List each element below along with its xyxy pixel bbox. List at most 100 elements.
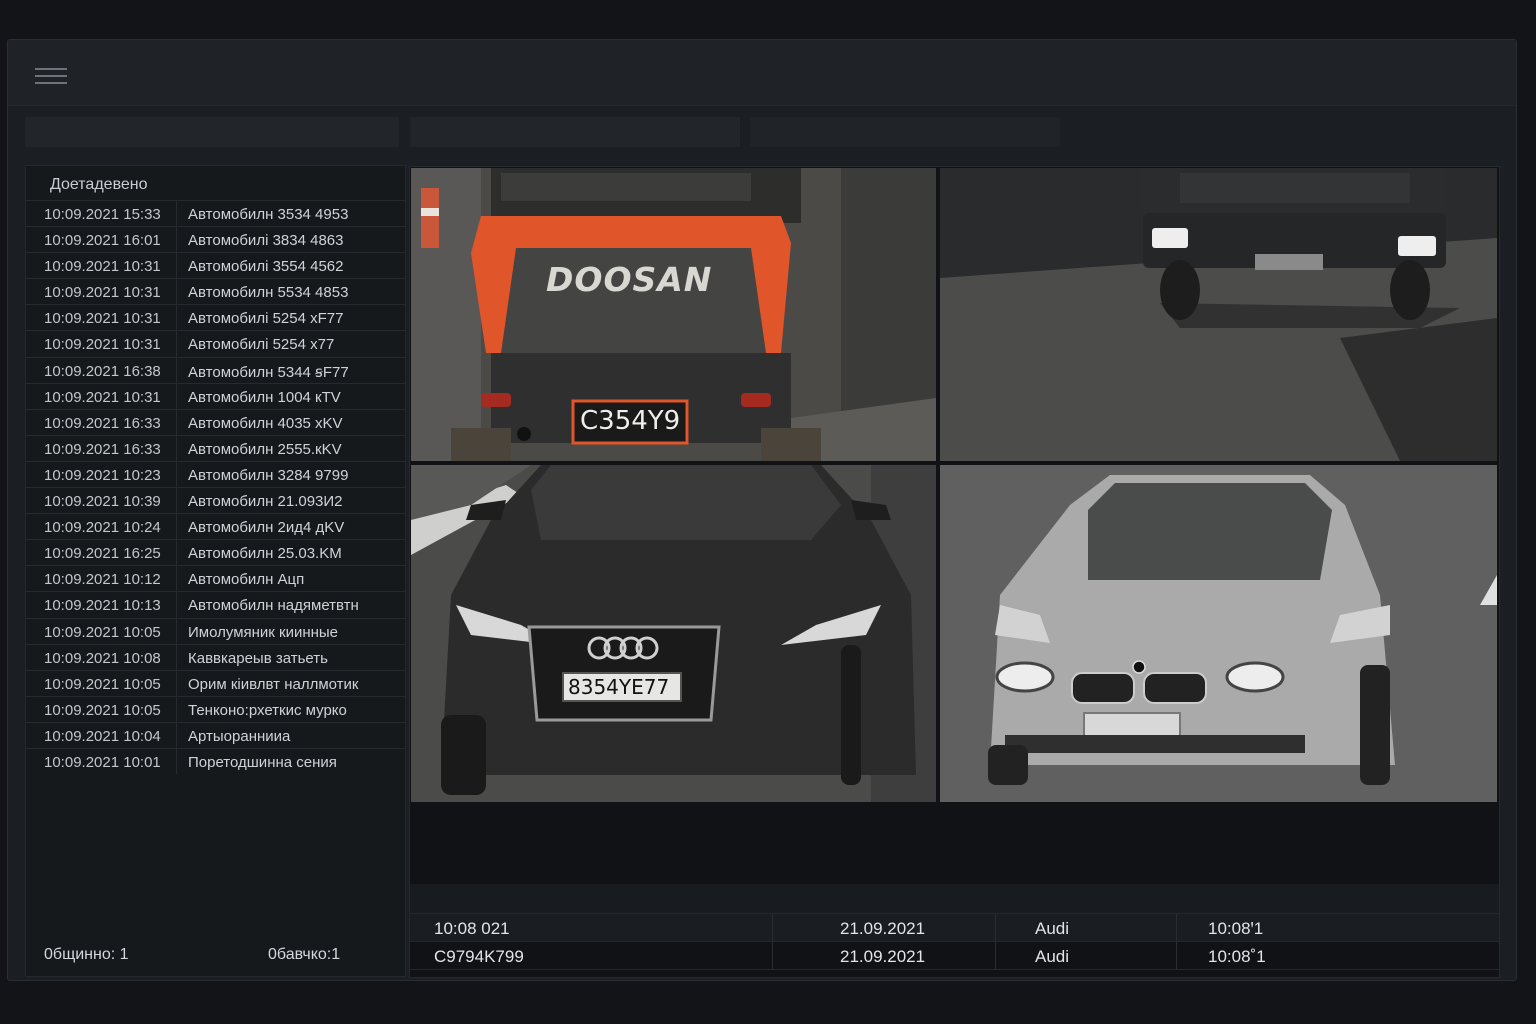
make-cell: Audi: [1035, 919, 1070, 938]
event-time: 10:09.2021 16:33: [44, 440, 161, 458]
list-item[interactable]: 10:09.2021 10:31 Автомобилі 5254 хF77: [26, 304, 405, 331]
event-description: Тенконо:рхеткис мурко: [188, 701, 347, 719]
vehicle-brand-logo: DOOSAN: [546, 260, 713, 299]
list-item[interactable]: 10:09.2021 10:13 Автомобилн надяметвтн: [26, 591, 405, 618]
camera-feed-1[interactable]: DOOSAN C354Y9: [411, 168, 936, 461]
list-item[interactable]: 10:09.2021 10:31 Автомобилн 5534 4853: [26, 278, 405, 305]
event-time: 10:09.2021 10:31: [44, 284, 161, 302]
toolbar-field-3[interactable]: [750, 117, 1060, 147]
column-divider: [176, 461, 177, 488]
panel-title: Доетадевено: [50, 176, 148, 193]
event-description: Автомобилн 21.093И2: [188, 493, 343, 511]
event-time: 10:09.2021 10:05: [44, 675, 161, 693]
date-cell: 21.09.2021: [840, 947, 926, 966]
list-item[interactable]: 10:09.2021 10:05 Тенконо:рхеткис мурко: [26, 695, 405, 722]
event-description: Автомобилн 3284 9799: [188, 466, 349, 484]
toolbar-field-2[interactable]: [410, 117, 740, 147]
date-cell: 21.09.2021: [840, 919, 926, 938]
event-description: Автомобилі 3834 4863: [188, 232, 344, 250]
column-divider: [772, 942, 773, 969]
event-time: 10:09.2021 10:39: [44, 493, 161, 511]
total-count: 0бщинно: 1: [44, 946, 129, 963]
event-description: Автомобилі 5254 хF77: [188, 310, 344, 328]
column-divider: [772, 914, 773, 941]
camera-feed-4[interactable]: [940, 465, 1497, 802]
column-divider: [176, 540, 177, 566]
event-time: 10:09.2021 10:01: [44, 753, 161, 771]
list-item[interactable]: 10:09.2021 16:38 Автомобилн 5344 ꞩF77: [26, 356, 405, 383]
list-item[interactable]: 10:09.2021 10:23 Автомобилн 3284 9799: [26, 460, 405, 488]
column-divider: [176, 383, 177, 409]
camera-feed-3[interactable]: 8354YE77: [411, 465, 936, 802]
column-divider: [176, 748, 177, 775]
list-item[interactable]: 10:09.2021 10:24 Автомобилн 2ид4 дKV: [26, 513, 405, 540]
column-divider: [1176, 942, 1177, 969]
list-item[interactable]: 10:09.2021 10:04 Артыораннииа: [26, 721, 405, 748]
list-item[interactable]: 10:09.2021 10:31 Автомобилі 5254 х77: [26, 330, 405, 357]
event-time: 10:09.2021 10:31: [44, 336, 161, 354]
list-item[interactable]: 10:09.2021 10:05 Имолумяник киинные: [26, 617, 405, 644]
column-divider: [176, 201, 177, 227]
list-item[interactable]: 10:09.2021 10:31 Автомобилн 1004 кTV: [26, 382, 405, 409]
column-divider: [176, 409, 177, 435]
event-time: 10:09.2021 10:31: [44, 310, 161, 328]
column-divider: [176, 696, 177, 722]
plate-or-time-cell: 10:08 021: [434, 919, 510, 938]
event-description: Автомобилі 3554 4562: [188, 258, 344, 276]
column-divider: [176, 644, 177, 670]
column-divider: [176, 305, 177, 331]
event-time: 10:09.2021 10:04: [44, 727, 161, 745]
event-time: 10:09.2021 10:05: [44, 623, 161, 641]
list-item[interactable]: 10:09.2021 10:31 Автомобилі 3554 4562: [26, 252, 405, 279]
column-divider: [176, 227, 177, 253]
column-divider: [176, 618, 177, 644]
list-item[interactable]: 10:09.2021 16:33 Автомобилн 4035 хKV: [26, 408, 405, 435]
column-divider: [176, 566, 177, 592]
event-description: Автомобилн 3534 4953: [188, 206, 349, 223]
time-cell: 10:08˚1: [1208, 947, 1266, 966]
camera-feed-2[interactable]: [940, 168, 1497, 461]
list-item[interactable]: 10:09.2021 10:12 Автомобилн Ацп: [26, 565, 405, 592]
event-time: 10:09.2021 10:23: [44, 466, 161, 484]
table-row[interactable]: 10:08 021 21.09.2021 Audi 10:08ꞌ1: [410, 914, 1499, 942]
table-body: 10:08 021 21.09.2021 Audi 10:08ꞌ1 C9794K799 2…: [410, 914, 1499, 970]
event-description: Автомобилн 1004 кTV: [188, 388, 341, 406]
event-description: Автомобилн 4035 хKV: [188, 414, 343, 432]
toolbar-field-1[interactable]: [25, 117, 399, 147]
list-item[interactable]: 10:09.2021 10:08 Каввкареыв затьеть: [26, 643, 405, 670]
list-item[interactable]: 10:09.2021 10:39 Автомобилн 21.093И2: [26, 487, 405, 514]
list-item[interactable]: 10:09.2021 16:01 Автомобилі 3834 4863: [26, 226, 405, 253]
event-description: Автомобилі 5254 х77: [188, 336, 335, 354]
column-divider: [176, 331, 177, 357]
column-divider: [995, 942, 996, 969]
column-divider: [176, 514, 177, 540]
hamburger-menu-icon[interactable]: [35, 66, 67, 86]
column-divider: [176, 357, 177, 383]
top-bar: [8, 40, 1516, 106]
app-window: Доетадевено 10:09.2021 15:33 Автомобилн 3…: [7, 39, 1517, 981]
license-plate-text: 8354YE77: [568, 675, 670, 699]
event-description: Автомобилн 5344 ꞩF77: [188, 363, 349, 381]
event-time: 10:09.2021 10:05: [44, 701, 161, 719]
column-divider: [1176, 914, 1177, 941]
event-time: 10:09.2021 10:08: [44, 649, 161, 667]
event-time: 10:09.2021 16:01: [44, 232, 161, 250]
event-description: Автомобилн 2ид4 дKV: [188, 519, 345, 537]
event-description: Автомобилн 5534 4853: [188, 284, 349, 302]
column-divider: [176, 722, 177, 748]
list-item[interactable]: 10:09.2021 15:33 Автомобилн 3534 4953: [26, 200, 405, 227]
list-item[interactable]: 10:09.2021 10:01 Поретодшинна сения: [26, 747, 405, 775]
list-item[interactable]: 10:09.2021 10:05 Орим кіивлвт наллмотик: [26, 669, 405, 696]
plate-or-time-cell: C9794K799: [434, 947, 524, 966]
column-divider: [176, 253, 177, 279]
event-description: Автомобилн Ацп: [188, 571, 305, 589]
processed-count: 0бавчко:1: [268, 946, 341, 963]
table-row[interactable]: C9794K799 21.09.2021 Audi 10:08˚1: [410, 942, 1499, 970]
event-time: 10:09.2021 10:31: [44, 388, 161, 406]
license-plate-text: C354Y9: [580, 406, 681, 436]
make-cell: Audi: [1035, 947, 1070, 966]
event-time: 10:09.2021 10:31: [44, 258, 161, 276]
list-item[interactable]: 10:09.2021 16:33 Автомобилн 2555.кKV: [26, 434, 405, 461]
event-description: Орим кіивлвт наллмотик: [188, 675, 359, 693]
list-item[interactable]: 10:09.2021 16:25 Автомобилн 25.03.KM: [26, 539, 405, 566]
